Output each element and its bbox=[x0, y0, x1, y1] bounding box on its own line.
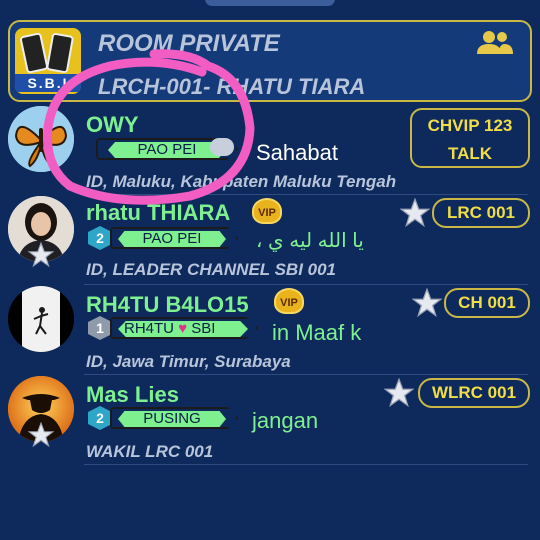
avatar-star-icon bbox=[28, 422, 54, 448]
user-name: rhatu THIARA bbox=[86, 200, 231, 225]
role-chip[interactable]: CH 001 bbox=[444, 288, 530, 318]
badge-label: PAO PEI bbox=[118, 231, 226, 247]
list-item-user-4[interactable]: Mas Lies 2 PUSING jangan WAKIL LRC 001 W… bbox=[0, 376, 540, 466]
vip-badge-icon: VIP bbox=[274, 288, 304, 314]
badge-label: RH4TU ♥ SBI bbox=[118, 321, 248, 337]
level-hex-icon: 2 bbox=[88, 406, 112, 430]
badge-pill: RH4TU ♥ SBI bbox=[110, 317, 258, 339]
butterfly-icon bbox=[8, 106, 74, 172]
user-name: Mas Lies bbox=[86, 382, 179, 407]
avatar-star-icon bbox=[28, 242, 54, 268]
status-text: ، يا الله ليه ي bbox=[256, 230, 364, 252]
level-hex-icon: 2 bbox=[88, 226, 112, 250]
room-header[interactable]: S.B.I ROOM PRIVATE LRCH-001- RHATU TIARA bbox=[8, 20, 532, 102]
divider bbox=[84, 464, 528, 465]
badge-pill: PAO PEI bbox=[110, 227, 238, 249]
divider bbox=[84, 284, 528, 285]
chip-line-1: CHVIP 123 bbox=[427, 116, 513, 135]
role-chip[interactable]: LRC 001 bbox=[432, 198, 530, 228]
room-logo: S.B.I bbox=[15, 28, 81, 94]
vip-badge-icon: VIP bbox=[252, 198, 282, 224]
location-text: ID, LEADER CHANNEL SBI 001 bbox=[86, 260, 337, 279]
badge-label: PUSING bbox=[118, 411, 226, 427]
chvip-talk-chip[interactable]: CHVIP 123 TALK bbox=[410, 108, 530, 168]
badge-label: PAO PEI bbox=[108, 142, 226, 158]
location-text: ID, Maluku, Kabupaten Maluku Tengah bbox=[86, 172, 397, 191]
heart-icon: ♥ bbox=[178, 320, 188, 337]
room-title: ROOM PRIVATE bbox=[98, 30, 280, 57]
location-text: WAKIL LRC 001 bbox=[86, 442, 214, 461]
badge-pill: PUSING bbox=[110, 407, 238, 429]
toggle-icon[interactable] bbox=[210, 138, 234, 156]
top-tab-indicator[interactable] bbox=[205, 0, 335, 6]
list-item-user-3[interactable]: RH4TU B4LO15 VIP 1 RH4TU ♥ SBI in Maaf k… bbox=[0, 286, 540, 376]
location-text: ID, Jawa Timur, Surabaya bbox=[86, 352, 291, 371]
status-text: Sahabat bbox=[256, 140, 338, 165]
room-subtitle: LRCH-001- RHATU TIARA bbox=[98, 74, 366, 99]
avatar-butterfly[interactable] bbox=[8, 106, 74, 172]
user-name: OWY bbox=[86, 112, 139, 137]
people-icon[interactable] bbox=[476, 30, 514, 56]
list-item-user-2[interactable]: rhatu THIARA VIP 2 PAO PEI ، يا الله ليه… bbox=[0, 196, 540, 284]
rank-star-icon bbox=[412, 288, 442, 318]
divider bbox=[84, 374, 528, 375]
status-text: in Maaf k bbox=[272, 320, 362, 345]
chip-line-2: TALK bbox=[447, 144, 493, 163]
dancer-photo-icon bbox=[8, 286, 74, 352]
status-text: jangan bbox=[252, 408, 319, 433]
user-name: RH4TU B4LO15 bbox=[86, 292, 249, 317]
rank-star-icon bbox=[400, 198, 430, 228]
badge-label-name: RH4TU bbox=[124, 320, 175, 337]
rank-star-icon bbox=[384, 378, 414, 408]
role-chip[interactable]: WLRC 001 bbox=[418, 378, 530, 408]
badge-label-suffix: SBI bbox=[191, 320, 216, 337]
divider bbox=[84, 194, 528, 195]
avatar-dancer[interactable] bbox=[8, 286, 74, 352]
room-logo-text: S.B.I bbox=[15, 74, 81, 92]
level-hex-icon: 1 bbox=[88, 316, 112, 340]
